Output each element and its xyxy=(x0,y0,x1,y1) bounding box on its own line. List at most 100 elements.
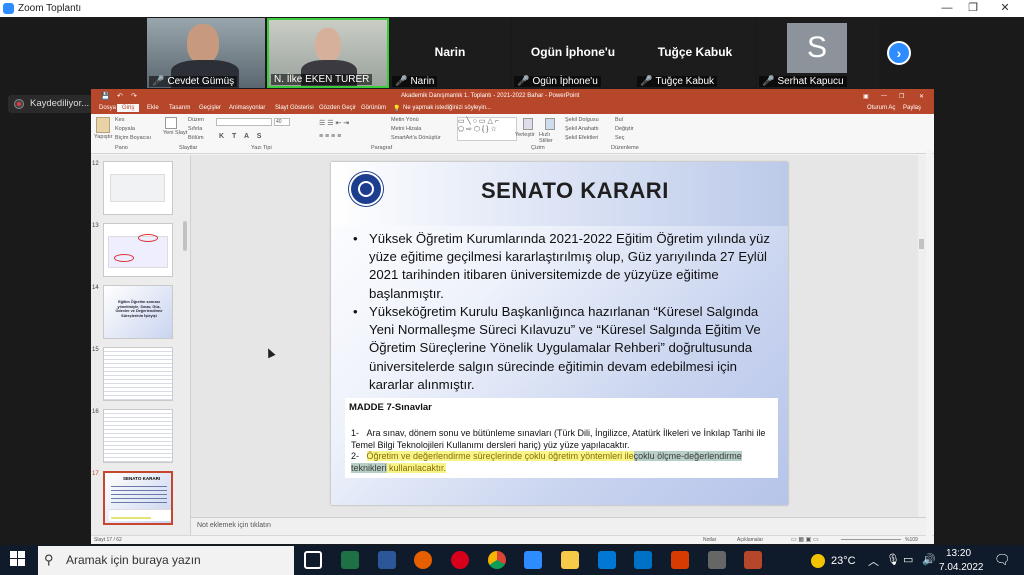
task-view-icon[interactable] xyxy=(304,551,322,569)
align-icons[interactable]: ≡ ≡ ≡ ≡ xyxy=(319,133,341,140)
tab-home[interactable]: Giriş xyxy=(117,104,140,112)
undo-icon[interactable]: ↶ xyxy=(117,92,123,100)
new-slide-icon[interactable] xyxy=(165,117,177,129)
weather-icon[interactable] xyxy=(811,554,825,568)
smartart-button[interactable]: SmartArt'a Dönüştür xyxy=(391,135,441,141)
store-icon[interactable] xyxy=(598,551,616,569)
zoom-slider[interactable] xyxy=(841,539,901,540)
share-button[interactable]: Paylaş xyxy=(903,105,921,111)
excel-icon[interactable] xyxy=(341,551,359,569)
tab-design[interactable]: Tasarım xyxy=(169,105,190,111)
notes-toggle[interactable]: Notlar xyxy=(703,537,716,543)
participant-tile[interactable]: 🎤 Cevdet Gümüş xyxy=(147,18,265,88)
mail-icon[interactable] xyxy=(634,551,652,569)
tab-insert[interactable]: Ekle xyxy=(147,105,159,111)
list-icons[interactable]: ☰ ☰ ⇤ ⇥ xyxy=(319,119,349,127)
quick-styles-icon[interactable] xyxy=(545,118,555,130)
file-explorer-icon[interactable] xyxy=(561,551,579,569)
thumbnail-slide-15[interactable] xyxy=(103,347,173,401)
network-icon[interactable]: ▭ xyxy=(903,553,913,566)
thumbnail-scrollbar[interactable] xyxy=(183,221,187,251)
ppt-minimize-button[interactable]: — xyxy=(881,93,887,99)
notifications-icon[interactable]: 🗨 xyxy=(994,552,1011,568)
clock-time[interactable]: 13:20 xyxy=(946,548,971,559)
tab-transitions[interactable]: Geçişler xyxy=(199,105,221,111)
close-button[interactable]: ✕ xyxy=(990,0,1020,17)
shape-effects-button[interactable]: Şekil Efektleri xyxy=(565,135,598,141)
chrome-icon[interactable] xyxy=(488,551,506,569)
recording-indicator[interactable]: Kaydediliyor... xyxy=(8,95,92,113)
save-icon[interactable]: 💾 xyxy=(101,92,110,100)
redo-icon[interactable]: ↷ xyxy=(131,92,137,100)
reset-button[interactable]: Sıfırla xyxy=(188,126,202,132)
microphone-icon[interactable]: 🎙 xyxy=(886,553,900,566)
arrange-icon[interactable] xyxy=(523,118,533,130)
office-icon[interactable] xyxy=(671,551,689,569)
shape-fill-button[interactable]: Şekil Dolgusu xyxy=(565,117,599,123)
font-format-icons[interactable]: K T A S xyxy=(219,133,264,140)
format-painter-button[interactable]: Biçim Boyacısı xyxy=(115,135,151,141)
firefox-icon[interactable] xyxy=(414,551,432,569)
editor-scrollbar[interactable] xyxy=(918,155,926,517)
view-icons[interactable]: ▭ ▦ ▣ ▭ xyxy=(791,536,819,543)
paste-label[interactable]: Yapıştır xyxy=(94,134,113,140)
current-slide[interactable]: SENATO KARARI • Yüksek Öğretim Kurumları… xyxy=(331,162,788,505)
ribbon-options-icon[interactable]: ▣ xyxy=(863,93,869,100)
opera-icon[interactable] xyxy=(451,551,469,569)
participant-tile[interactable]: Narin 🎤 Narin xyxy=(390,18,510,88)
tab-animations[interactable]: Animasyonlar xyxy=(229,105,265,111)
participant-tile[interactable]: Tuğçe Kabuk 🎤 Tuğçe Kabuk xyxy=(635,18,755,88)
font-size-dropdown[interactable]: 40 xyxy=(274,118,290,126)
chevron-right-icon[interactable]: › xyxy=(887,41,911,65)
chevron-up-icon[interactable]: ︿ xyxy=(868,553,879,569)
volume-icon[interactable]: 🔊 xyxy=(922,553,936,566)
zoom-level[interactable]: %109 xyxy=(905,537,918,543)
windows-start-icon[interactable] xyxy=(10,551,26,567)
zoom-app-icon[interactable] xyxy=(524,551,542,569)
participant-tile-active[interactable]: N. İlke EKEN TURER xyxy=(267,18,389,88)
shape-outline-button[interactable]: Şekil Anahattı xyxy=(565,126,599,132)
ppt-restore-button[interactable]: ❐ xyxy=(899,93,904,100)
replace-button[interactable]: Değiştir xyxy=(615,126,634,132)
calculator-icon[interactable] xyxy=(708,551,726,569)
sign-in-link[interactable]: Oturum Aç xyxy=(867,105,895,111)
participant-tile[interactable]: Ogün İphone'u 🎤 Ogün İphone'u xyxy=(512,18,634,88)
thumbnail-slide-14[interactable]: Eğitim Öğretim sonrası yönetimiyle, Sına… xyxy=(103,285,173,339)
taskbar-search[interactable]: ⚲ Aramak için buraya yazın xyxy=(38,546,294,575)
quick-styles-button[interactable]: Hızlı Stiller xyxy=(539,132,561,144)
layout-button[interactable]: Düzen xyxy=(188,117,204,123)
clock-date[interactable]: 7.04.2022 xyxy=(939,562,984,573)
section-button[interactable]: Bölüm xyxy=(188,135,204,141)
powerpoint-icon[interactable] xyxy=(744,551,762,569)
cut-button[interactable]: Kes xyxy=(115,117,124,123)
text-direction-button[interactable]: Metin Yönü xyxy=(391,117,419,123)
paste-icon[interactable] xyxy=(96,117,110,133)
comments-toggle[interactable]: Açıklamalar xyxy=(737,537,763,543)
notes-pane[interactable]: Not eklemek için tıklatın xyxy=(191,517,926,535)
thumbnail-slide-16[interactable] xyxy=(103,409,173,463)
arrange-button[interactable]: Yerleştir xyxy=(515,132,535,138)
tellme-search[interactable]: Ne yapmak istediğinizi söyleyin... xyxy=(403,105,491,111)
align-text-button[interactable]: Metni Hizala xyxy=(391,126,421,132)
thumbnail-slide-12[interactable] xyxy=(103,161,173,215)
tab-file[interactable]: Dosya xyxy=(99,105,116,111)
tab-view[interactable]: Görünüm xyxy=(361,105,386,111)
notes-placeholder[interactable]: Not eklemek için tıklatın xyxy=(197,522,271,529)
maximize-button[interactable]: ❐ xyxy=(958,0,988,17)
find-button[interactable]: Bul xyxy=(615,117,623,123)
thumbnail-slide-13[interactable] xyxy=(103,223,173,277)
share-scrollbar[interactable] xyxy=(926,150,932,540)
weather-temperature[interactable]: 23°C xyxy=(831,555,856,567)
tab-review[interactable]: Gözden Geçir xyxy=(319,105,356,111)
tab-slideshow[interactable]: Slayt Gösterisi xyxy=(275,105,314,111)
new-slide-label[interactable]: Yeni Slayt xyxy=(163,130,187,136)
word-icon[interactable] xyxy=(378,551,396,569)
select-button[interactable]: Seç xyxy=(615,135,624,141)
copy-button[interactable]: Kopyala xyxy=(115,126,135,132)
ppt-close-button[interactable]: ✕ xyxy=(919,93,924,100)
participant-bigname: Narin xyxy=(434,45,466,59)
shapes-gallery[interactable]: ▭ ╲ ○ ▭ △ ⌐ ⬠ ⇨ ⬡ { } ☆ xyxy=(457,117,517,141)
thumbnail-slide-17-selected[interactable]: SENATO KARARI xyxy=(103,471,173,525)
font-name-dropdown[interactable] xyxy=(216,118,272,126)
participant-tile[interactable]: S 🎤 Serhat Kapucu xyxy=(757,18,879,88)
